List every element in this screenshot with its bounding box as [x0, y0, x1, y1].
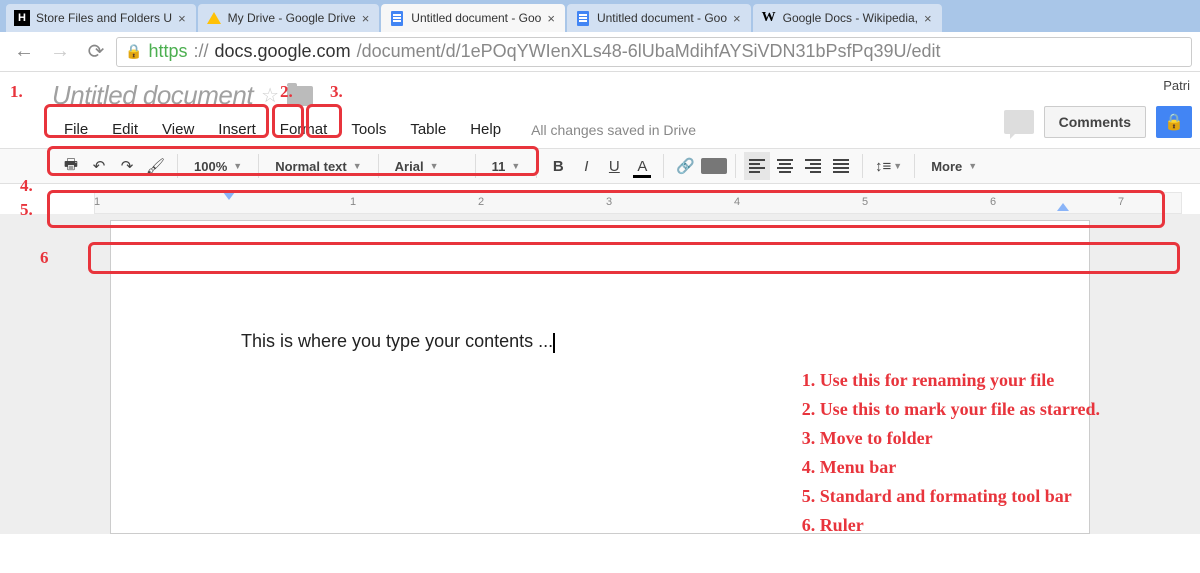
text-color-icon[interactable]: A	[629, 152, 655, 180]
annotation-box-6	[88, 242, 1180, 274]
browser-url-row: ← → ⟳ 🔒 https://docs.google.com/document…	[0, 32, 1200, 72]
annotation-box-4	[47, 146, 539, 176]
save-status: All changes saved in Drive	[531, 122, 696, 138]
annotation-legend: 1. Use this for renaming your file 2. Us…	[802, 370, 1100, 536]
more-button[interactable]: More▼	[923, 159, 985, 174]
align-center-icon[interactable]	[772, 152, 798, 180]
favicon-h: H	[14, 10, 30, 26]
line-spacing-icon[interactable]: ↕≡▼	[871, 152, 906, 180]
favicon-drive	[206, 10, 222, 26]
close-icon[interactable]: ×	[362, 11, 370, 26]
comments-button[interactable]: Comments	[1044, 106, 1146, 138]
browser-tab[interactable]: W Google Docs - Wikipedia, ×	[753, 4, 942, 32]
close-icon[interactable]: ×	[924, 11, 932, 26]
annotation-box-1	[44, 104, 269, 138]
tab-title: Untitled document - Goo	[411, 11, 541, 25]
menu-help[interactable]: Help	[458, 119, 513, 140]
bold-icon[interactable]: B	[545, 152, 571, 180]
annotation-label-3: 3.	[330, 82, 343, 102]
close-icon[interactable]: ×	[178, 11, 186, 26]
favicon-wiki: W	[761, 10, 777, 26]
url-domain: docs.google.com	[214, 41, 350, 62]
text-cursor	[553, 333, 555, 353]
url-path: /document/d/1ePOqYWIenXLs48-6lUbaMdihfAY…	[357, 41, 941, 62]
url-scheme: https	[148, 41, 187, 62]
reload-button[interactable]: ⟳	[80, 36, 112, 68]
annotation-box-5	[47, 190, 1165, 228]
favicon-docs	[575, 10, 591, 26]
back-button[interactable]: ←	[8, 36, 40, 68]
comment-icon[interactable]	[701, 158, 727, 174]
browser-tab-strip: H Store Files and Folders U × My Drive -…	[0, 0, 1200, 32]
align-right-icon[interactable]	[800, 152, 826, 180]
forward-button[interactable]: →	[44, 36, 76, 68]
browser-tab[interactable]: My Drive - Google Drive ×	[198, 4, 380, 32]
align-justify-icon[interactable]	[828, 152, 854, 180]
tab-title: Untitled document - Goo	[597, 11, 727, 25]
browser-tab-active[interactable]: Untitled document - Goo ×	[381, 4, 565, 32]
browser-tab[interactable]: H Store Files and Folders U ×	[6, 4, 196, 32]
favicon-docs	[389, 10, 405, 26]
annotation-label-4: 4.	[20, 176, 33, 196]
annotation-label-5: 5.	[20, 200, 33, 220]
tab-title: Store Files and Folders U	[36, 11, 172, 25]
close-icon[interactable]: ×	[547, 11, 555, 26]
document-text: This is where you type your contents ...	[241, 331, 553, 351]
menu-tools[interactable]: Tools	[339, 119, 398, 140]
lock-icon: 🔒	[125, 43, 142, 60]
tab-title: Google Docs - Wikipedia,	[783, 11, 918, 25]
align-left-icon[interactable]	[744, 152, 770, 180]
annotation-box-2	[272, 104, 304, 138]
annotation-box-3	[306, 104, 342, 138]
menu-table[interactable]: Table	[398, 119, 458, 140]
close-icon[interactable]: ×	[733, 11, 741, 26]
annotation-label-2: 2.	[280, 82, 293, 102]
link-icon[interactable]: 🔗	[672, 152, 699, 180]
annotation-label-1: 1.	[10, 82, 23, 102]
annotation-label-6: 6	[40, 248, 49, 268]
tab-title: My Drive - Google Drive	[228, 11, 356, 25]
underline-icon[interactable]: U	[601, 152, 627, 180]
italic-icon[interactable]: I	[573, 152, 599, 180]
share-button[interactable]: 🔒	[1156, 106, 1192, 138]
browser-tab[interactable]: Untitled document - Goo ×	[567, 4, 751, 32]
chat-button[interactable]	[1004, 110, 1034, 134]
url-bar[interactable]: 🔒 https://docs.google.com/document/d/1eP…	[116, 37, 1192, 67]
